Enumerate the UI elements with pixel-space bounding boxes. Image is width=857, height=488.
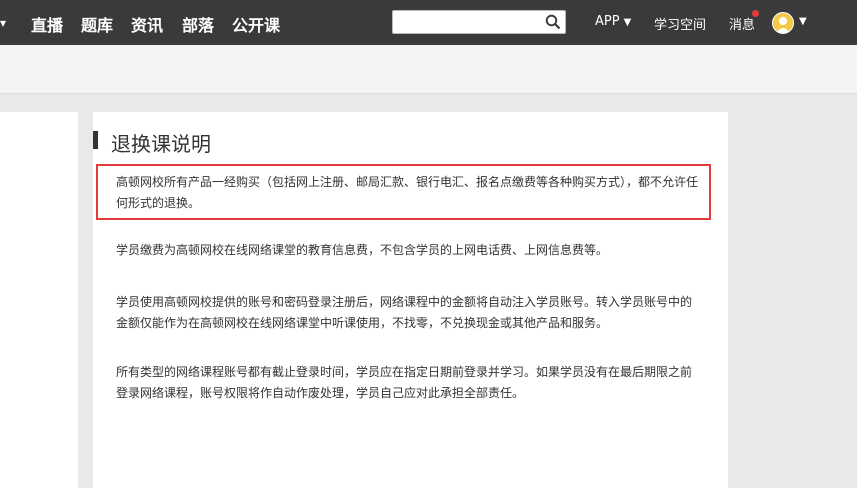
nav-item-news[interactable]: 资讯 — [131, 12, 163, 36]
avatar-image — [776, 17, 790, 33]
right-margin — [737, 112, 857, 488]
notification-badge — [752, 10, 759, 17]
paragraph-no-refund: 高顿网校所有产品一经购买（包括网上注册、邮局汇款、银行电汇、报名点缴费等各种购买… — [116, 175, 699, 210]
nav-item-live[interactable]: 直播 — [31, 12, 63, 36]
chevron-down-icon[interactable]: ▼ — [799, 16, 807, 27]
caret-down-icon[interactable]: ▾ — [0, 16, 6, 30]
search-input[interactable] — [392, 10, 566, 34]
app-label: APP — [595, 14, 620, 29]
nav-item-question-bank[interactable]: 题库 — [81, 12, 113, 36]
top-navigation-bar: ▾ 直播 题库 资讯 部落 公开课 APP ▼ 学习空间 消息 ▼ — [0, 0, 857, 45]
study-space-link[interactable]: 学习空间 — [654, 14, 706, 33]
app-menu[interactable]: APP ▼ — [595, 14, 631, 29]
avatar[interactable] — [772, 12, 794, 34]
nav-item-open-course[interactable]: 公开课 — [232, 12, 280, 36]
page-title: 退换课说明 — [111, 132, 211, 156]
paragraph-login-deadline: 所有类型的网络课程账号都有截止登录时间，学员应在指定日期前登录并学习。如果学员没… — [116, 365, 693, 400]
title-accent-bar — [93, 131, 98, 149]
chevron-down-icon: ▼ — [623, 17, 632, 28]
sub-navigation-bar — [0, 45, 857, 94]
paragraph-account-balance: 学员使用高顿网校提供的账号和密码登录注册后，网络课程中的金额将自动注入学员账号。… — [116, 295, 693, 330]
messages-link[interactable]: 消息 — [729, 14, 755, 33]
left-sidebar-panel — [0, 112, 78, 488]
nav-item-community[interactable]: 部落 — [182, 12, 214, 36]
paragraph-fee-scope: 学员缴费为高顿网校在线网络课堂的教育信息费，不包含学员的上网电话费、上网信息费等… — [116, 243, 609, 257]
search-icon[interactable] — [545, 14, 561, 30]
